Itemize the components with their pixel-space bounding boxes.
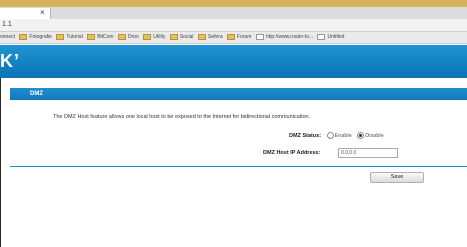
folder-icon <box>118 33 126 40</box>
folder-icon <box>197 33 206 40</box>
folder-icon <box>19 33 28 40</box>
bookmark-folder[interactable]: Sefera <box>197 32 223 43</box>
dmz-description: The DMZ Host feature allows one local ho… <box>53 114 311 120</box>
address-text: 1.1 <box>2 21 12 28</box>
router-header: K’ <box>0 45 467 78</box>
brand-logo: K’ <box>0 51 20 71</box>
dmz-ip-value: 0.0.0.0 <box>341 150 357 156</box>
folder-icon <box>87 33 96 40</box>
tab-bar: × <box>0 7 467 19</box>
bookmark-folder[interactable]: Tutorial <box>56 32 83 43</box>
bookmark-folder[interactable]: Droo <box>118 32 139 43</box>
folder-icon <box>56 33 65 40</box>
enable-label: Enable <box>334 132 352 139</box>
browser-tab[interactable]: × <box>0 8 51 19</box>
bookmark-link[interactable]: http://www.router-lo... <box>255 32 313 43</box>
section-title: DMZ <box>30 91 43 97</box>
folder-icon <box>227 33 235 40</box>
bookmark-folder[interactable]: Forum <box>227 32 251 43</box>
page-icon <box>255 33 264 40</box>
window-top-strip <box>0 0 467 7</box>
disable-radio[interactable] <box>357 132 365 139</box>
divider <box>10 166 467 167</box>
bookmark-folder[interactable]: Utility <box>143 32 165 43</box>
section-header: DMZ <box>10 88 467 100</box>
dmz-ip-label-row: DMZ Host IP Address: <box>263 150 320 156</box>
folder-icon <box>169 33 178 40</box>
dmz-ip-input[interactable]: 0.0.0.0 <box>338 148 398 158</box>
bookmark-item[interactable]: onnect <box>0 32 15 43</box>
frame-border <box>0 78 1 247</box>
bookmark-folder[interactable]: Fotografie <box>19 32 52 43</box>
address-bar[interactable]: 1.1 <box>0 19 467 32</box>
bookmark-folder[interactable]: Social <box>169 32 193 43</box>
dmz-status-label: DMZ Status: <box>289 132 322 139</box>
dmz-status-row: DMZ Status: Enable Disable <box>289 132 384 139</box>
page-icon <box>317 33 326 40</box>
enable-radio[interactable] <box>326 132 334 139</box>
save-button[interactable]: Save <box>370 172 424 183</box>
folder-icon <box>143 33 152 40</box>
dmz-ip-label: DMZ Host IP Address: <box>263 150 321 156</box>
disable-label: Disable <box>365 132 384 139</box>
bookmark-folder[interactable]: BitCom <box>87 32 114 43</box>
bookmarks-bar: onnect Fotografie Tutorial BitCom Droo U… <box>0 32 467 44</box>
dmz-panel: DMZ The DMZ Host feature allows one loca… <box>0 78 467 247</box>
bookmark-link[interactable]: Untitled <box>317 32 344 43</box>
close-icon[interactable]: × <box>40 8 45 18</box>
